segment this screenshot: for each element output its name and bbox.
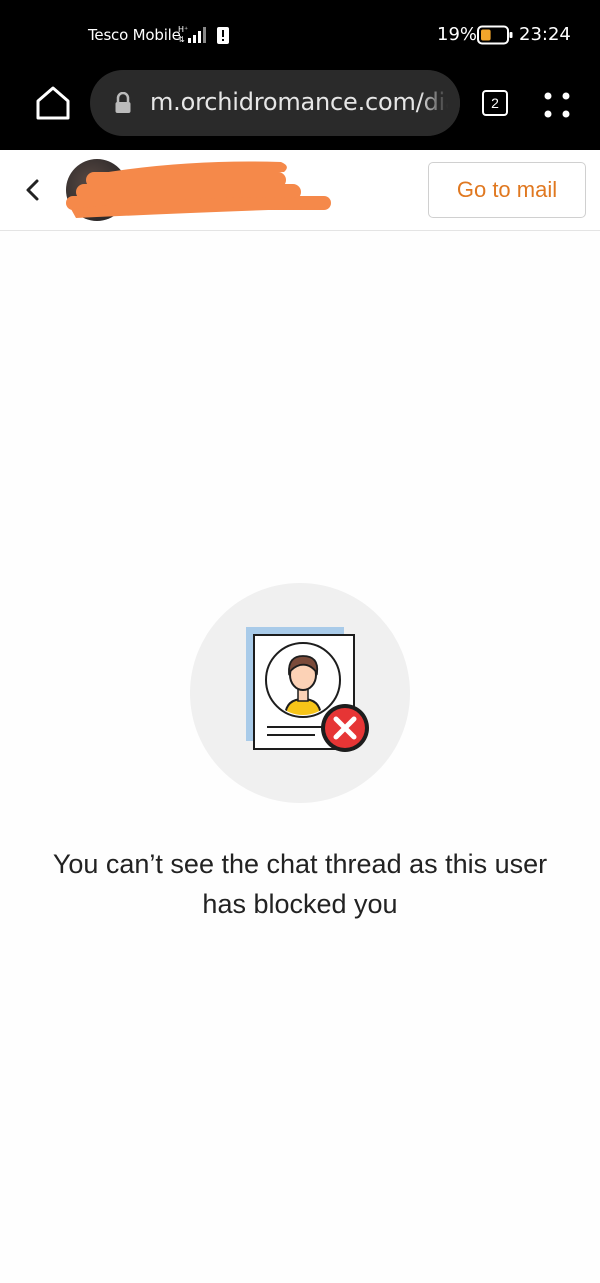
tab-count: 2 bbox=[491, 95, 499, 111]
tabs-icon[interactable]: 2 bbox=[482, 90, 508, 116]
carrier-name: Tesco Mobile bbox=[88, 26, 181, 44]
home-icon[interactable] bbox=[34, 83, 72, 123]
browser-toolbar: m.orchidromance.com/dia 2 bbox=[0, 70, 600, 150]
battery-percent: 19% bbox=[437, 24, 478, 45]
alert-icon bbox=[217, 27, 229, 44]
status-bar: Tesco Mobile H⁺ ⇅ 19% 23:24 bbox=[0, 0, 600, 70]
battery-icon bbox=[477, 25, 513, 45]
url-fade bbox=[420, 70, 460, 136]
blocked-user-illustration bbox=[246, 627, 369, 752]
lock-icon bbox=[115, 92, 131, 113]
chat-content: You can’t see the chat thread as this us… bbox=[0, 231, 600, 1283]
signal-icon: H⁺ ⇅ bbox=[178, 25, 206, 44]
clock: 23:24 bbox=[519, 24, 571, 45]
more-menu-icon[interactable] bbox=[542, 90, 572, 120]
go-to-mail-button[interactable]: Go to mail bbox=[428, 162, 586, 218]
url-text: m.orchidromance.com/dia bbox=[150, 88, 460, 116]
chevron-left-icon[interactable] bbox=[22, 178, 44, 202]
url-bar[interactable]: m.orchidromance.com/dia bbox=[90, 70, 460, 136]
svg-text:⇅: ⇅ bbox=[178, 35, 185, 44]
chat-header: Go to mail bbox=[0, 150, 600, 231]
redaction-scribble bbox=[66, 161, 331, 218]
blocked-message: You can’t see the chat thread as this us… bbox=[52, 849, 548, 919]
svg-text:H⁺: H⁺ bbox=[178, 25, 188, 34]
go-to-mail-label: Go to mail bbox=[456, 177, 558, 202]
